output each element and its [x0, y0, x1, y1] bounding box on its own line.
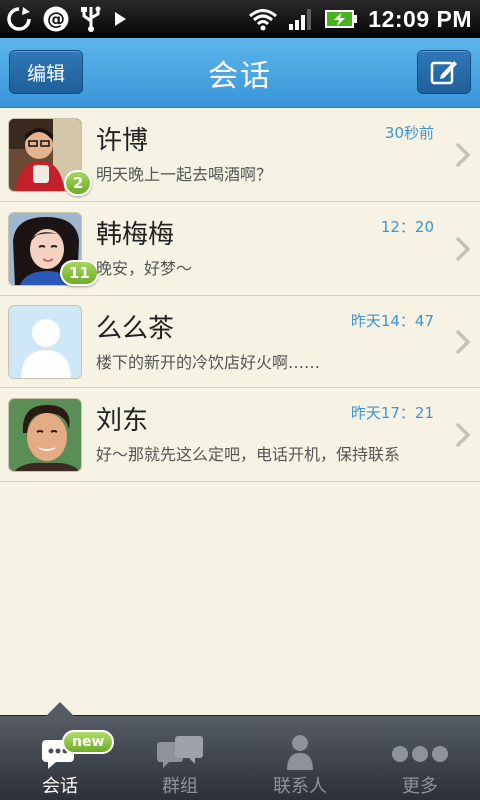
compose-icon — [430, 61, 457, 85]
message-time: 12：20 — [380, 218, 434, 236]
sync-icon — [7, 7, 31, 31]
compose-button[interactable] — [417, 50, 471, 94]
message-time: 昨天17：21 — [350, 404, 434, 422]
more-dots-icon — [392, 746, 448, 762]
tab-label: 会话 — [42, 776, 78, 797]
chevron-right-icon — [456, 236, 470, 261]
bottom-tab-bar: new 会话 群组 联系人 更多 — [0, 702, 480, 800]
message-preview: 楼下的新开的冷饮店好火啊…… — [96, 353, 321, 372]
message-preview: 晚安，好梦～ — [96, 259, 193, 278]
conversation-row[interactable]: 刘东 昨天17：21 好～那就先这么定吧，电话开机，保持联系 — [0, 388, 480, 482]
unread-badge: 11 — [60, 260, 99, 286]
svg-text:@: @ — [47, 9, 65, 30]
chevron-right-icon — [456, 422, 470, 447]
tab-conversations[interactable]: new 会话 — [0, 716, 120, 800]
unread-badge: 2 — [64, 170, 93, 196]
conversation-list: 2 许博 30秒前 明天晚上一起去喝酒啊？ 11 韩梅梅 12：20 晚安，好梦… — [0, 108, 480, 482]
active-tab-pointer — [45, 702, 75, 717]
conversation-row[interactable]: 么么茶 昨天14：47 楼下的新开的冷饮店好火啊…… — [0, 296, 480, 388]
tab-more[interactable]: 更多 — [360, 716, 480, 800]
conversation-row[interactable]: 11 韩梅梅 12：20 晚安，好梦～ — [0, 202, 480, 296]
play-icon — [115, 12, 126, 26]
chevron-right-icon — [456, 142, 470, 167]
usb-icon — [81, 6, 101, 32]
group-chat-icon — [157, 736, 203, 768]
default-avatar — [8, 305, 82, 379]
chevron-right-icon — [456, 329, 470, 354]
wifi-icon — [249, 9, 278, 31]
conversation-row[interactable]: 2 许博 30秒前 明天晚上一起去喝酒啊？ — [0, 108, 480, 202]
at-icon: @ — [43, 6, 69, 32]
message-preview: 好～那就先这么定吧，电话开机，保持联系 — [96, 445, 401, 464]
tab-label: 群组 — [162, 776, 198, 797]
contact-name: 刘东 — [96, 406, 149, 436]
battery-charging-icon — [325, 10, 358, 28]
avatar — [8, 398, 82, 472]
tab-contacts[interactable]: 联系人 — [240, 716, 360, 800]
clock: 12:09 PM — [368, 5, 472, 32]
contact-name: 韩梅梅 — [96, 220, 175, 250]
contact-name: 么么茶 — [96, 314, 175, 344]
signal-icon — [289, 9, 312, 30]
new-badge: new — [62, 730, 115, 754]
edit-button[interactable]: 编辑 — [9, 50, 83, 94]
tab-groups[interactable]: 群组 — [120, 716, 240, 800]
tab-label: 联系人 — [273, 776, 327, 797]
contact-person-icon — [287, 735, 313, 770]
message-time: 30秒前 — [384, 124, 434, 142]
message-time: 昨天14：47 — [350, 312, 434, 330]
title-bar: 会话 编辑 — [0, 38, 480, 108]
tab-label: 更多 — [402, 776, 438, 797]
message-preview: 明天晚上一起去喝酒啊？ — [96, 165, 273, 184]
status-bar: @ 12:09 PM — [0, 0, 480, 38]
contact-name: 许博 — [96, 126, 149, 156]
